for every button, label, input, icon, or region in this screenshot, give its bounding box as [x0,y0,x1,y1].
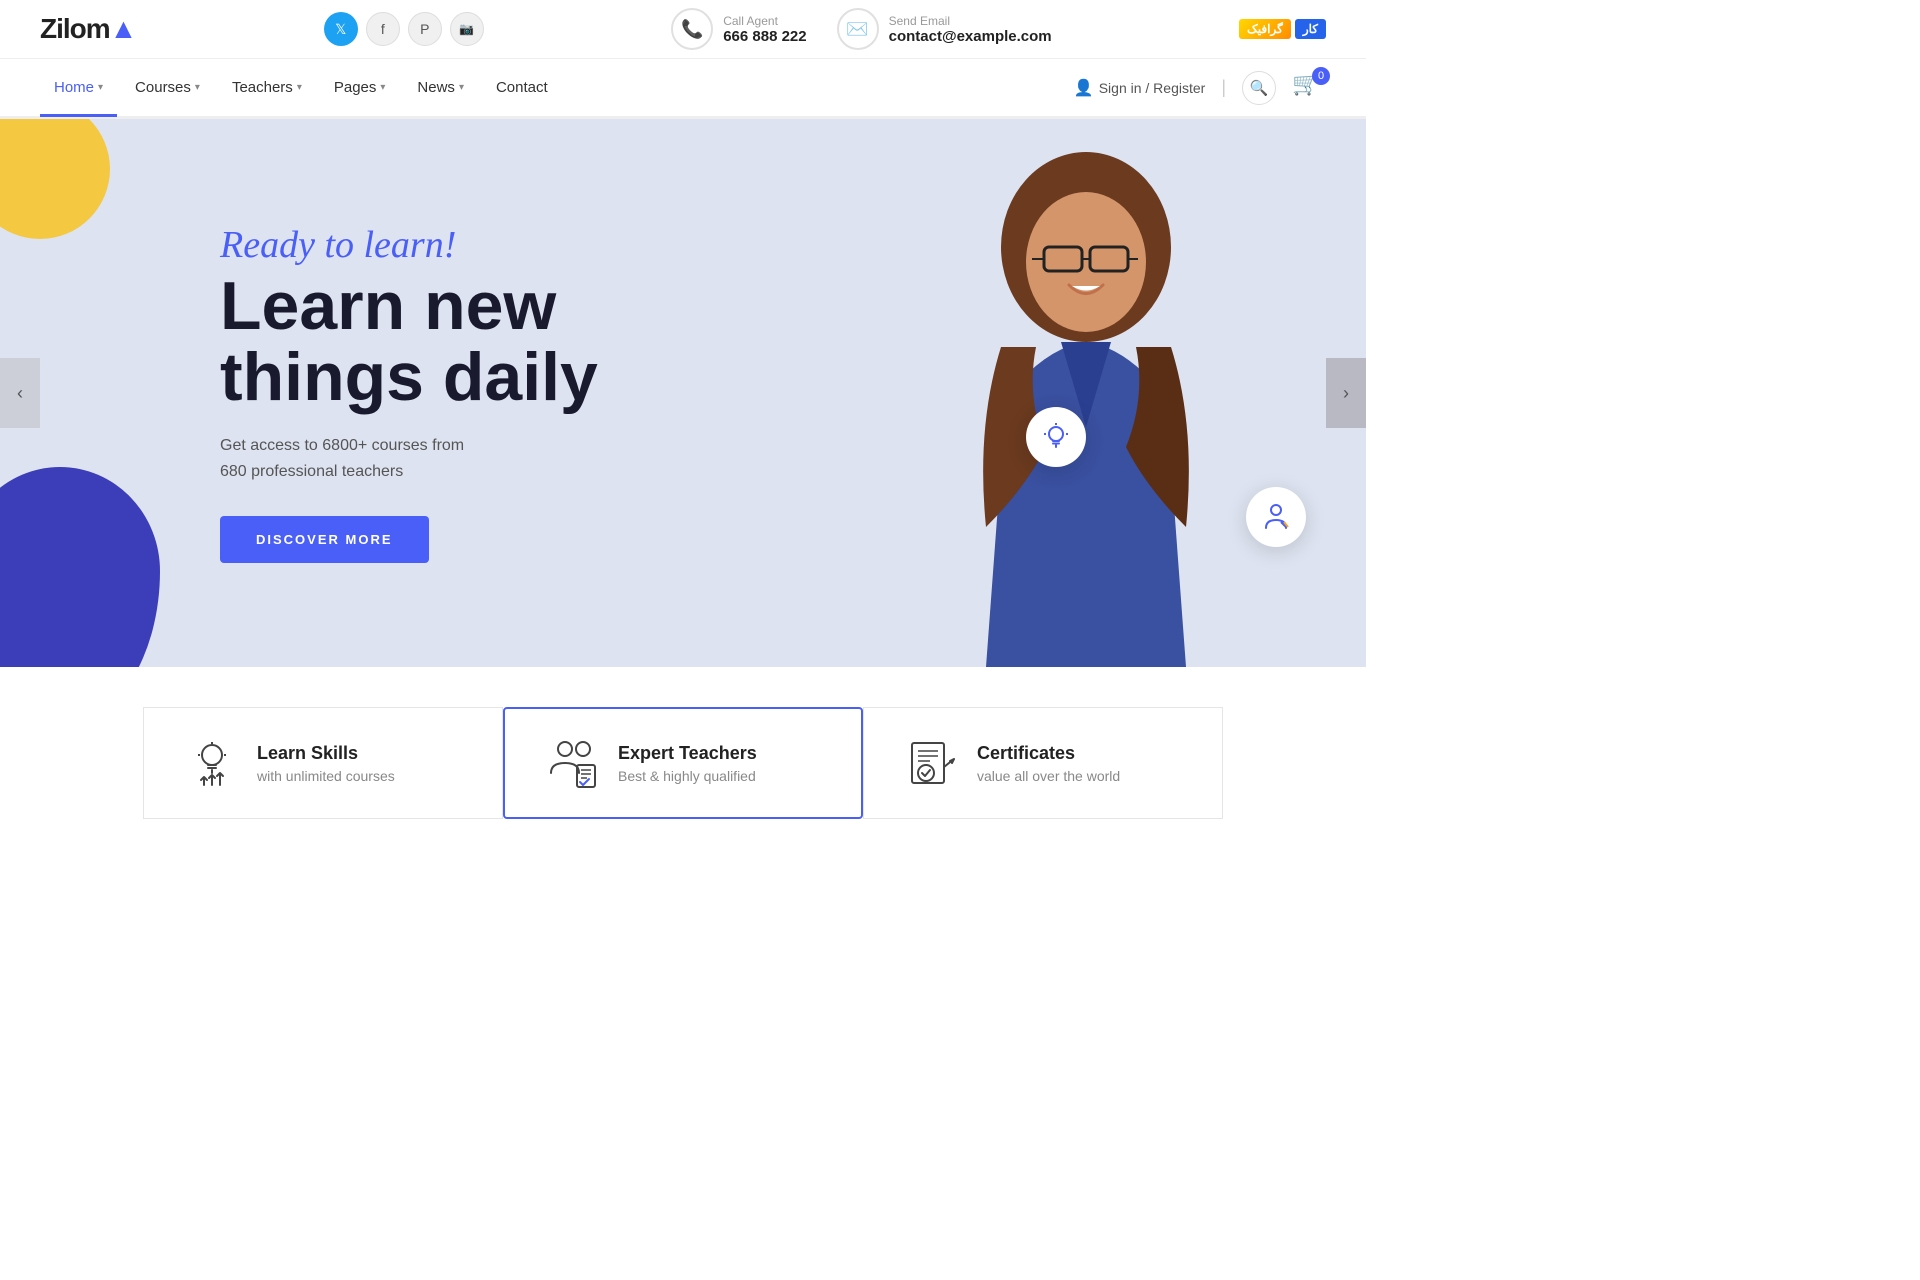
search-icon: 🔍 [1250,79,1269,97]
expert-teachers-title: Expert Teachers [618,743,757,764]
call-agent-item: 📞 Call Agent 666 888 222 [671,8,806,50]
facebook-icon[interactable]: f [366,12,400,46]
social-icons-group: 𝕏 f P 📷 [324,12,484,46]
phone-icon: 📞 [671,8,713,50]
discover-more-button[interactable]: DISCOVER MORE [220,516,429,563]
hero-content: Ready to learn! Learn new things daily G… [0,223,638,564]
top-bar: Zilom▲ 𝕏 f P 📷 📞 Call Agent 666 888 222 … [0,0,1366,59]
certificates-subtitle: value all over the world [977,768,1120,784]
brand-badge-right: گرافیک [1239,19,1291,39]
nav-arrow-courses: ▾ [195,82,200,93]
nav-arrow-pages: ▾ [380,82,385,93]
feature-cards-section: Learn Skills with unlimited courses Expe… [0,667,1366,859]
email-item: ✉️ Send Email contact@example.com [837,8,1052,50]
nav-label-news: News [417,79,455,96]
learn-skills-title: Learn Skills [257,743,395,764]
slider-prev-button[interactable]: ‹ [0,358,40,428]
floating-lightbulb-icon [1026,407,1086,467]
nav-label-contact: Contact [496,79,548,96]
hero-image [886,147,1286,667]
navbar: Home ▾ Courses ▾ Teachers ▾ Pages ▾ News… [0,59,1366,119]
feature-card-expert-teachers: Expert Teachers Best & highly qualified [503,707,863,819]
nav-arrow-home: ▾ [98,82,103,93]
hero-subtitle: Ready to learn! [220,223,598,267]
nav-label-teachers: Teachers [232,79,293,96]
shape-yellow [0,119,110,239]
floating-person-icon [1246,487,1306,547]
learn-skills-subtitle: with unlimited courses [257,768,395,784]
logo-accent: ▲ [110,13,137,44]
nav-links: Home ▾ Courses ▾ Teachers ▾ Pages ▾ News… [40,61,562,114]
call-number: 666 888 222 [723,28,806,45]
nav-item-news[interactable]: News ▾ [403,61,478,117]
pinterest-icon[interactable]: P [408,12,442,46]
slider-next-button[interactable]: › [1326,358,1366,428]
twitter-icon[interactable]: 𝕏 [324,12,358,46]
certificates-icon [904,737,959,789]
brand-logo-right: گرافیک کار [1239,19,1326,39]
feature-card-learn-skills: Learn Skills with unlimited courses [143,707,503,819]
nav-arrow-teachers: ▾ [297,82,302,93]
email-details: Send Email contact@example.com [889,14,1052,45]
certificates-text: Certificates value all over the world [977,743,1120,784]
nav-item-teachers[interactable]: Teachers ▾ [218,61,316,117]
call-label: Call Agent [723,14,806,28]
hero-description: Get access to 6800+ courses from680 prof… [220,433,598,484]
send-email-label: Send Email [889,14,1052,28]
nav-item-courses[interactable]: Courses ▾ [121,61,214,117]
nav-divider: | [1221,77,1226,98]
cart-count: 0 [1312,67,1330,85]
nav-label-pages: Pages [334,79,377,96]
nav-label-courses: Courses [135,79,191,96]
nav-arrow-news: ▾ [459,82,464,93]
nav-item-pages[interactable]: Pages ▾ [320,61,400,117]
certificates-title: Certificates [977,743,1120,764]
instagram-icon[interactable]: 📷 [450,12,484,46]
cart-button[interactable]: 🛒 0 [1292,71,1326,105]
hero-title-line2: things daily [220,339,598,415]
user-icon: 👤 [1074,78,1094,98]
nav-label-home: Home [54,79,94,96]
sign-in-label: Sign in / Register [1099,80,1206,96]
hero-title-line1: Learn new [220,268,556,344]
email-icon: ✉️ [837,8,879,50]
expert-teachers-icon [545,737,600,789]
contact-info: 📞 Call Agent 666 888 222 ✉️ Send Email c… [671,8,1051,50]
hero-title: Learn new things daily [220,271,598,414]
learn-skills-text: Learn Skills with unlimited courses [257,743,395,784]
email-value: contact@example.com [889,28,1052,45]
expert-teachers-text: Expert Teachers Best & highly qualified [618,743,757,784]
feature-card-certificates: Certificates value all over the world [863,707,1223,819]
learn-skills-icon [184,737,239,789]
logo[interactable]: Zilom▲ [40,13,136,45]
hero-woman-svg [886,147,1286,667]
nav-item-home[interactable]: Home ▾ [40,61,117,117]
search-button[interactable]: 🔍 [1242,71,1276,105]
nav-item-contact[interactable]: Contact [482,61,562,117]
sign-in-button[interactable]: 👤 Sign in / Register [1074,78,1206,98]
nav-right: 👤 Sign in / Register | 🔍 🛒 0 [1074,71,1326,105]
expert-teachers-subtitle: Best & highly qualified [618,768,757,784]
brand-badge-right2: کار [1295,19,1326,39]
call-details: Call Agent 666 888 222 [723,14,806,45]
hero-section: ‹ Ready to learn! Learn new things daily… [0,119,1366,667]
